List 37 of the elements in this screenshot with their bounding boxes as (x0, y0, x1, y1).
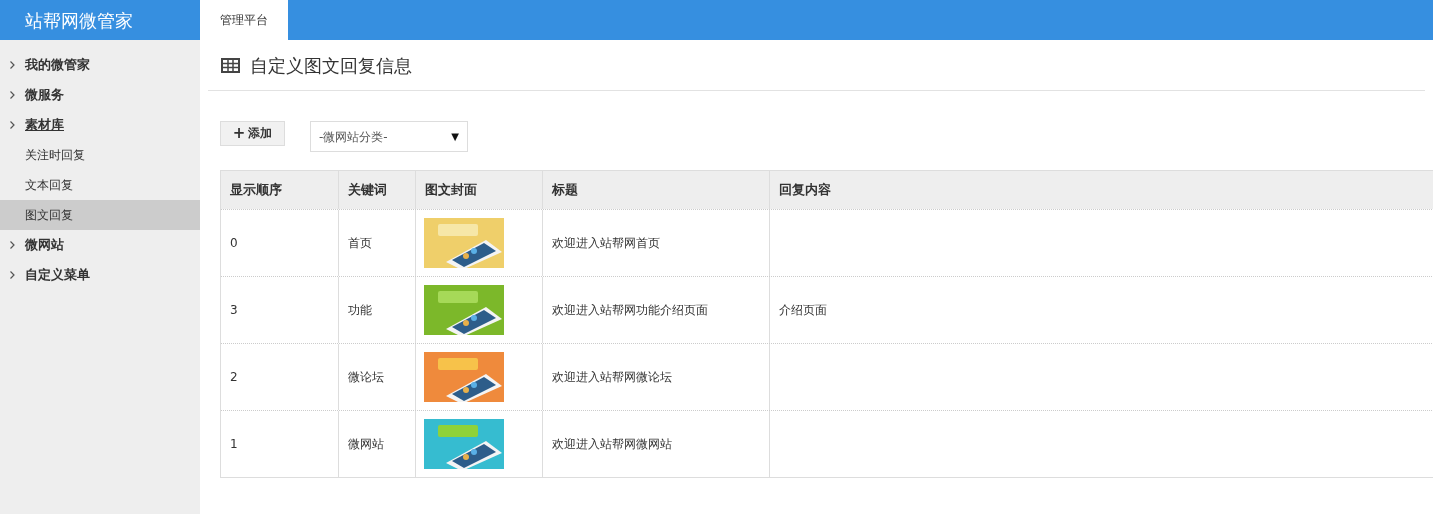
column-header: 关键词 (338, 171, 415, 209)
category-select[interactable]: -微网站分类- ▼ (310, 121, 468, 152)
sidebar-subitem[interactable]: 关注时回复 (0, 140, 200, 170)
table-cell-text: 1 (229, 436, 239, 453)
sidebar-subitem[interactable]: 文本回复 (0, 170, 200, 200)
chevron-icon (10, 91, 15, 99)
sidebar-item[interactable]: 微服务 (0, 80, 200, 110)
column-header: 回复内容 (769, 171, 1433, 209)
table-cell: 欢迎进入站帮网首页 (542, 210, 769, 276)
column-header: 图文封面 (415, 171, 542, 209)
sidebar-item[interactable]: 微网站 (0, 230, 200, 260)
table-cell: 欢迎进入站帮网微网站 (542, 411, 769, 477)
chevron-icon (10, 241, 15, 249)
add-button[interactable]: + 添加 (220, 120, 285, 146)
sidebar-subitem[interactable]: 图文回复 (0, 200, 200, 230)
table-cell-text: 0 (229, 235, 239, 252)
column-header: 显示顺序 (229, 181, 283, 200)
sidebar-item[interactable]: 我的微管家 (0, 50, 200, 80)
sidebar-item[interactable]: 自定义菜单 (0, 260, 200, 290)
table-cell: 首页 (338, 210, 415, 276)
chevron-icon (10, 271, 15, 279)
table-cell-text: 介绍页面 (779, 302, 827, 319)
table-cell-text: 3 (229, 302, 239, 319)
table-cell-text: 2 (229, 369, 239, 386)
table-cell: 微论坛 (338, 344, 415, 410)
column-header: 标题 (542, 171, 769, 209)
table-cell: 功能 (338, 277, 415, 343)
table-cell: 欢迎进入站帮网微论坛 (542, 344, 769, 410)
table-icon (221, 57, 240, 73)
table-cell: 欢迎进入站帮网功能介绍页面 (542, 277, 769, 343)
table-cell: 微网站 (338, 411, 415, 477)
chevron-icon (10, 61, 15, 69)
sidebar-item[interactable]: 素材库 (0, 110, 200, 140)
chevron-icon (10, 121, 15, 129)
app-title: 站帮网微管家 (0, 0, 200, 40)
tab[interactable]: 管理平台 (200, 0, 288, 40)
page-title: 自定义图文回复信息 (250, 53, 412, 78)
